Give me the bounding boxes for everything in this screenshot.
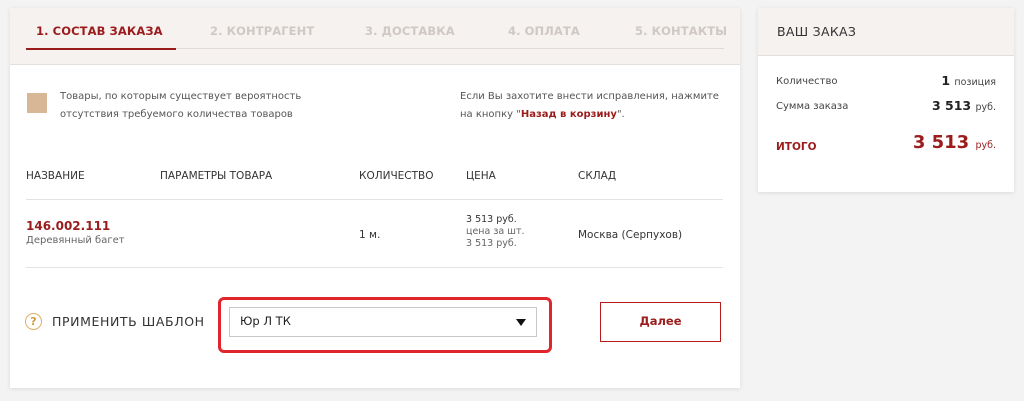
order-summary-card: ВАШ ЗАКАЗ Количество 1 позиция Сумма зак… xyxy=(758,8,1014,192)
apply-template-label: ПРИМЕНИТЬ ШАБЛОН xyxy=(52,314,205,329)
product-name: Деревянный багет xyxy=(26,235,125,246)
summary-sum-number: 3 513 xyxy=(931,98,972,113)
summary-quantity-unit: позиция xyxy=(954,77,996,88)
availability-notice-line2: отсутствия требуемого количества товаров xyxy=(60,109,293,120)
edit-notice-prefix: на кнопку " xyxy=(460,109,521,120)
summary-quantity-value: 1 позиция xyxy=(941,73,996,88)
col-header-name: НАЗВАНИЕ xyxy=(26,170,85,182)
product-price-per-label: цена за шт. xyxy=(466,226,525,237)
help-icon[interactable]: ? xyxy=(25,313,42,330)
col-header-price: ЦЕНА xyxy=(466,170,496,182)
template-select-value: Юр Л ТК xyxy=(240,314,291,328)
step-contacts[interactable]: 5. КОНТАКТЫ xyxy=(635,24,727,38)
summary-quantity-number: 1 xyxy=(941,73,951,88)
active-step-underline xyxy=(26,48,176,50)
step-order-composition[interactable]: 1. СОСТАВ ЗАКАЗА xyxy=(36,24,163,38)
availability-swatch xyxy=(27,93,47,113)
edit-notice-line2: на кнопку "Назад в корзину". xyxy=(460,106,730,124)
table-header-divider xyxy=(26,199,723,200)
summary-sum-value: 3 513 руб. xyxy=(932,98,996,113)
step-delivery[interactable]: 3. ДОСТАВКА xyxy=(365,24,455,38)
summary-sum-label: Сумма заказа xyxy=(776,101,849,112)
availability-notice: Товары, по которым существует вероятност… xyxy=(60,88,340,124)
summary-quantity-label: Количество xyxy=(776,76,838,87)
summary-total-unit: руб. xyxy=(975,140,996,151)
summary-sum-unit: руб. xyxy=(975,102,996,113)
product-quantity: 1 м. xyxy=(359,229,381,241)
col-header-warehouse: СКЛАД xyxy=(578,170,617,182)
steps-divider xyxy=(176,48,724,49)
order-summary-title: ВАШ ЗАКАЗ xyxy=(758,8,1014,56)
step-payment[interactable]: 4. ОПЛАТА xyxy=(508,24,580,38)
triangle-down-icon xyxy=(516,319,526,326)
col-header-quantity: КОЛИЧЕСТВО xyxy=(359,170,434,182)
order-composition-card: 1. СОСТАВ ЗАКАЗА 2. КОНТРАГЕНТ 3. ДОСТАВ… xyxy=(10,8,740,388)
product-price-per: 3 513 руб. xyxy=(466,238,517,249)
next-button[interactable]: Далее xyxy=(600,302,721,342)
product-code-link[interactable]: 146.002.111 xyxy=(26,219,110,233)
summary-total-value: 3 513 руб. xyxy=(913,132,996,153)
checkout-steps: 1. СОСТАВ ЗАКАЗА 2. КОНТРАГЕНТ 3. ДОСТАВ… xyxy=(10,8,740,65)
edit-notice-suffix: ". xyxy=(616,109,625,120)
edit-notice: Если Вы захотите внести исправления, наж… xyxy=(460,88,730,124)
back-to-cart-link[interactable]: Назад в корзину xyxy=(521,109,617,120)
edit-notice-line1: Если Вы захотите внести исправления, наж… xyxy=(460,91,719,102)
summary-total-number: 3 513 xyxy=(912,132,970,153)
table-row-divider xyxy=(26,267,723,268)
template-select[interactable]: Юр Л ТК xyxy=(229,307,537,337)
summary-total-label: итого xyxy=(776,141,817,153)
col-header-params: ПАРАМЕТРЫ ТОВАРА xyxy=(160,170,273,182)
product-warehouse: Москва (Серпухов) xyxy=(578,229,683,241)
step-counterparty[interactable]: 2. КОНТРАГЕНТ xyxy=(210,24,314,38)
product-price: 3 513 руб. xyxy=(466,214,517,225)
availability-notice-line1: Товары, по которым существует вероятност… xyxy=(60,91,302,102)
